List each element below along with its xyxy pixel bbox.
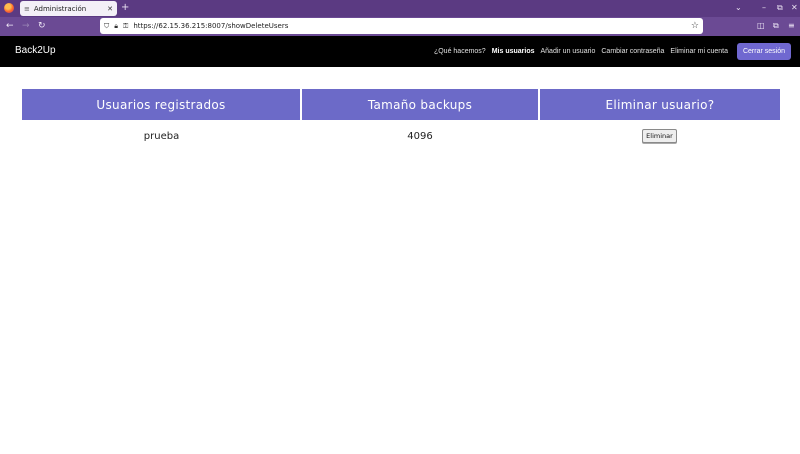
- reload-icon[interactable]: ↻: [38, 20, 46, 32]
- cell-size: 4096: [407, 130, 433, 142]
- shield-icon[interactable]: ⛉: [104, 22, 109, 31]
- bookmark-star-icon[interactable]: ☆: [691, 21, 699, 31]
- tab-title: Administración: [33, 4, 87, 13]
- url-text[interactable]: https://62.15.36.215:8007/showDeleteUser…: [133, 22, 691, 30]
- lock-icon[interactable]: 🔒︎: [114, 22, 118, 31]
- table-row: prueba 4096 Eliminar: [22, 120, 780, 152]
- firefox-logo-icon: [4, 3, 14, 13]
- restore-icon[interactable]: ⧉: [777, 2, 783, 14]
- back-icon[interactable]: ←: [6, 20, 14, 32]
- table-header-row: Usuarios registrados Tamaño backups Elim…: [22, 89, 780, 120]
- key-icon[interactable]: ⚿: [123, 22, 128, 31]
- browser-tab[interactable]: ≡ Administración ✕: [20, 1, 117, 16]
- address-bar[interactable]: ⛉ 🔒︎ ⚿ https://62.15.36.215:8007/showDel…: [100, 18, 703, 34]
- nav-mis-usuarios[interactable]: Mis usuarios: [492, 48, 535, 55]
- nav-cambiar-contrasena[interactable]: Cambiar contraseña: [601, 48, 664, 55]
- main-menu: ¿Qué hacemos? Mis usuarios Añadir un usu…: [428, 43, 791, 60]
- cell-user: prueba: [143, 130, 180, 142]
- delete-user-button[interactable]: Eliminar: [642, 129, 677, 143]
- minimize-icon[interactable]: –: [762, 2, 766, 14]
- list-icon: ≡: [24, 4, 30, 13]
- brand-logo[interactable]: Back2Up: [15, 45, 56, 56]
- new-tab-icon[interactable]: +: [121, 2, 129, 14]
- nav-que-hacemos[interactable]: ¿Qué hacemos?: [434, 48, 486, 55]
- close-window-icon[interactable]: ✕: [791, 2, 798, 14]
- forward-icon[interactable]: →: [22, 20, 30, 32]
- browser-tab-bar: ≡ Administración ✕ + ⌄ – ⧉ ✕: [0, 0, 800, 17]
- pocket-icon[interactable]: ◫: [757, 20, 765, 32]
- header-usuarios: Usuarios registrados: [22, 89, 301, 120]
- nav-anadir-usuario[interactable]: Añadir un usuario: [541, 48, 596, 55]
- users-table: Usuarios registrados Tamaño backups Elim…: [22, 89, 780, 152]
- nav-eliminar-cuenta[interactable]: Eliminar mi cuenta: [670, 48, 728, 55]
- extensions-icon[interactable]: ⧉: [773, 20, 779, 32]
- site-header: Back2Up ¿Qué hacemos? Mis usuarios Añadi…: [0, 36, 800, 67]
- menu-icon[interactable]: ≡: [788, 20, 795, 32]
- header-tamano: Tamaño backups: [300, 89, 539, 120]
- browser-nav-bar: ← → ↻ ⛉ 🔒︎ ⚿ https://62.15.36.215:8007/s…: [0, 17, 800, 36]
- header-eliminar: Eliminar usuario?: [538, 89, 780, 120]
- logout-button[interactable]: Cerrar sesión: [736, 43, 791, 60]
- chevron-down-icon[interactable]: ⌄: [735, 2, 742, 14]
- close-tab-icon[interactable]: ✕: [107, 5, 113, 13]
- cell-action: Eliminar: [539, 120, 780, 152]
